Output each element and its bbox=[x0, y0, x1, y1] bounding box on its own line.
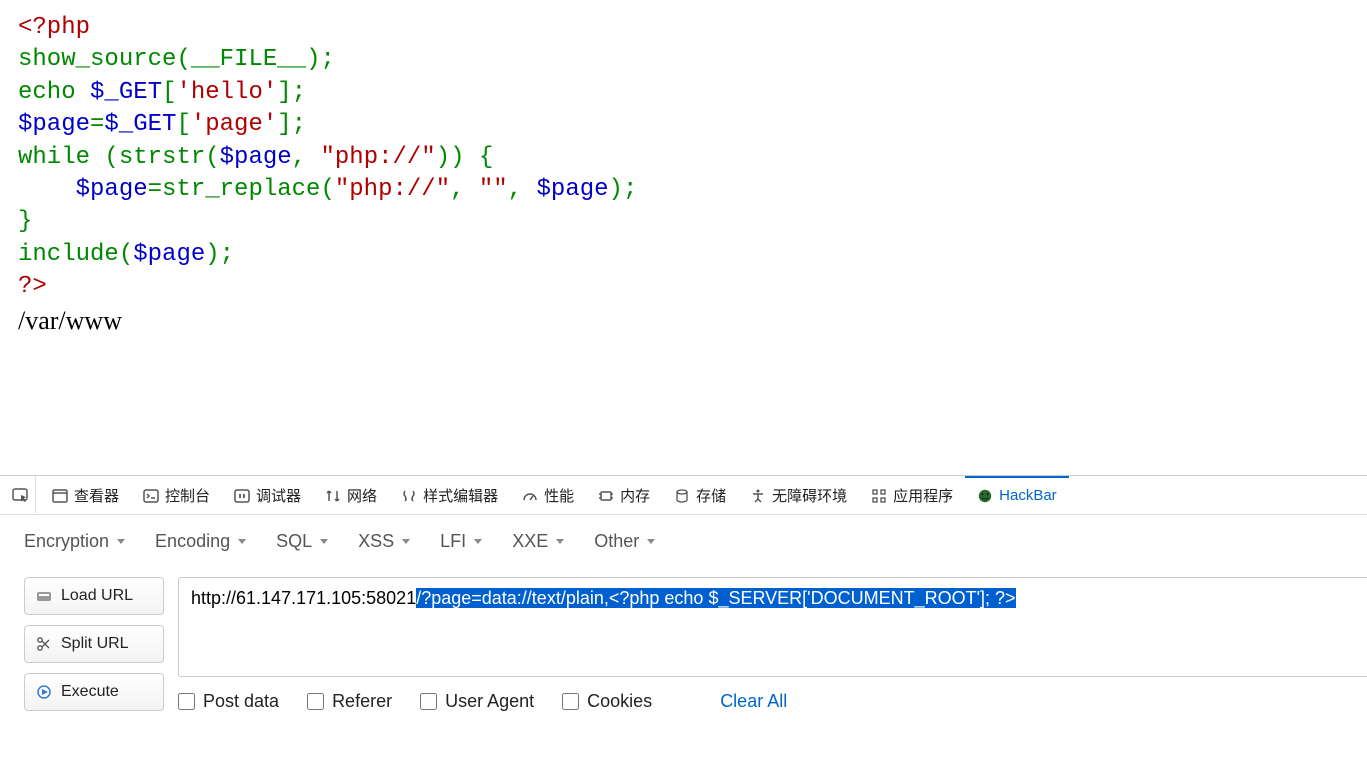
menu-xxe[interactable]: XXE bbox=[512, 531, 564, 552]
page-output-text: /var/www bbox=[18, 306, 1349, 336]
tab-inspector[interactable]: 查看器 bbox=[40, 476, 131, 513]
checkbox-label: Post data bbox=[203, 691, 279, 712]
hackbar-panel: Encryption Encoding SQL XSS LFI XXE Othe… bbox=[0, 514, 1367, 720]
menu-xss[interactable]: XSS bbox=[358, 531, 410, 552]
tab-label: HackBar bbox=[999, 487, 1057, 504]
url-text-selected: /?page=data://text/plain,<?php echo $_SE… bbox=[416, 588, 1015, 608]
menu-encryption[interactable]: Encryption bbox=[24, 531, 125, 552]
caret-icon bbox=[556, 539, 564, 544]
hackbar-menu-bar: Encryption Encoding SQL XSS LFI XXE Othe… bbox=[24, 523, 1367, 559]
network-icon bbox=[325, 488, 341, 504]
button-label: Load URL bbox=[61, 587, 133, 605]
tab-storage[interactable]: 存储 bbox=[662, 476, 738, 513]
php-source-code: <?php show_source(__FILE__); echo $_GET[… bbox=[18, 12, 1349, 304]
application-icon bbox=[871, 488, 887, 504]
tab-hackbar[interactable]: HackBar bbox=[965, 476, 1069, 513]
checkbox-label: Referer bbox=[332, 691, 392, 712]
checkbox-input[interactable] bbox=[307, 693, 324, 710]
checkbox-input[interactable] bbox=[178, 693, 195, 710]
hackbar-icon bbox=[977, 488, 993, 504]
storage-icon bbox=[674, 488, 690, 504]
url-input[interactable]: http://61.147.171.105:58021/?page=data:/… bbox=[178, 577, 1367, 677]
tab-label: 性能 bbox=[544, 485, 574, 506]
split-url-button[interactable]: Split URL bbox=[24, 625, 164, 663]
tab-style-editor[interactable]: 样式编辑器 bbox=[389, 476, 510, 513]
devtools-panel: 查看器 控制台 调试器 网络 样式编辑器 性能 内存 存储 bbox=[0, 475, 1367, 773]
caret-icon bbox=[320, 539, 328, 544]
caret-icon bbox=[474, 539, 482, 544]
menu-sql[interactable]: SQL bbox=[276, 531, 328, 552]
tab-label: 查看器 bbox=[74, 485, 119, 506]
tab-memory[interactable]: 内存 bbox=[586, 476, 662, 513]
execute-button[interactable]: Execute bbox=[24, 673, 164, 711]
checkbox-label: User Agent bbox=[445, 691, 534, 712]
fn-show-source: show_source bbox=[18, 46, 176, 73]
page-content: <?php show_source(__FILE__); echo $_GET[… bbox=[0, 0, 1367, 348]
tab-label: 应用程序 bbox=[893, 485, 953, 506]
tab-application[interactable]: 应用程序 bbox=[859, 476, 965, 513]
menu-encoding[interactable]: Encoding bbox=[155, 531, 246, 552]
button-label: Split URL bbox=[61, 635, 129, 653]
checkbox-label: Cookies bbox=[587, 691, 652, 712]
tab-label: 样式编辑器 bbox=[423, 485, 498, 506]
hackbar-action-buttons: Load URL Split URL Execute bbox=[24, 577, 164, 712]
accessibility-icon bbox=[750, 488, 766, 504]
load-url-icon bbox=[35, 587, 53, 605]
caret-icon bbox=[402, 539, 410, 544]
tab-performance[interactable]: 性能 bbox=[510, 476, 586, 513]
hackbar-options-row: Post data Referer User Agent Cookies Cle… bbox=[178, 691, 1367, 712]
checkbox-input[interactable] bbox=[562, 693, 579, 710]
performance-icon bbox=[522, 488, 538, 504]
menu-other[interactable]: Other bbox=[594, 531, 655, 552]
url-text-plain: http://61.147.171.105:58021 bbox=[191, 588, 416, 608]
inspector-icon bbox=[52, 488, 68, 504]
memory-icon bbox=[598, 488, 614, 504]
user-agent-checkbox[interactable]: User Agent bbox=[420, 691, 534, 712]
caret-icon bbox=[238, 539, 246, 544]
menu-lfi[interactable]: LFI bbox=[440, 531, 482, 552]
tab-label: 无障碍环境 bbox=[772, 485, 847, 506]
button-label: Execute bbox=[61, 683, 119, 701]
tab-debugger[interactable]: 调试器 bbox=[222, 476, 313, 513]
devtools-tab-bar: 查看器 控制台 调试器 网络 样式编辑器 性能 内存 存储 bbox=[0, 476, 1367, 514]
load-url-button[interactable]: Load URL bbox=[24, 577, 164, 615]
tab-label: 网络 bbox=[347, 485, 377, 506]
caret-icon bbox=[117, 539, 125, 544]
checkbox-input[interactable] bbox=[420, 693, 437, 710]
tab-console[interactable]: 控制台 bbox=[131, 476, 222, 513]
post-data-checkbox[interactable]: Post data bbox=[178, 691, 279, 712]
caret-icon bbox=[647, 539, 655, 544]
tab-label: 内存 bbox=[620, 485, 650, 506]
php-close-tag: ?> bbox=[18, 273, 47, 300]
cookies-checkbox[interactable]: Cookies bbox=[562, 691, 652, 712]
tab-label: 存储 bbox=[696, 485, 726, 506]
referer-checkbox[interactable]: Referer bbox=[307, 691, 392, 712]
element-picker-button[interactable] bbox=[6, 476, 36, 513]
tab-label: 调试器 bbox=[256, 485, 301, 506]
clear-all-link[interactable]: Clear All bbox=[720, 691, 787, 712]
tab-accessibility[interactable]: 无障碍环境 bbox=[738, 476, 859, 513]
console-icon bbox=[143, 488, 159, 504]
execute-icon bbox=[35, 683, 53, 701]
tab-label: 控制台 bbox=[165, 485, 210, 506]
php-open-tag: <?php bbox=[18, 14, 90, 41]
style-icon bbox=[401, 488, 417, 504]
split-url-icon bbox=[35, 635, 53, 653]
debugger-icon bbox=[234, 488, 250, 504]
tab-network[interactable]: 网络 bbox=[313, 476, 389, 513]
picker-icon bbox=[12, 486, 30, 504]
